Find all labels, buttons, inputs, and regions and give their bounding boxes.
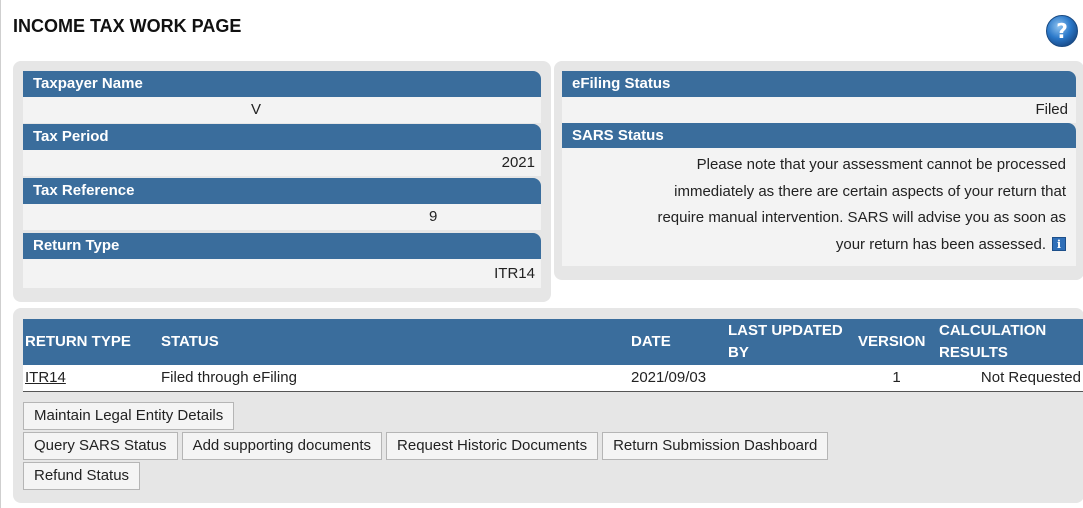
- tax-period-value: 2021: [23, 150, 541, 176]
- efiling-status-value: Filed: [562, 97, 1076, 123]
- last-updated-by-cell: [726, 365, 856, 392]
- sars-status-line: Please note that your assessment cannot …: [696, 156, 1066, 173]
- income-tax-work-page: INCOME TAX WORK PAGE ? Taxpayer Name V T…: [0, 0, 1083, 508]
- button-row-2: Query SARS Status Add supporting documen…: [23, 432, 832, 460]
- query-sars-status-button[interactable]: Query SARS Status: [23, 432, 178, 460]
- efiling-status-header: eFiling Status: [562, 71, 1076, 97]
- column-header-last-updated-by: LAST UPDATED BY: [726, 319, 856, 365]
- information-icon[interactable]: i: [1052, 236, 1066, 251]
- sars-status-message: Please note that your assessment cannot …: [562, 148, 1076, 266]
- return-submission-dashboard-button[interactable]: Return Submission Dashboard: [602, 432, 829, 460]
- calculation-results-cell: Not Requested: [937, 365, 1083, 392]
- taxpayer-name-header: Taxpayer Name: [23, 71, 541, 97]
- column-header-return-type: RETURN TYPE: [23, 319, 159, 365]
- status-cell: Filed through eFiling: [159, 365, 629, 392]
- sars-status-header: SARS Status: [562, 123, 1076, 149]
- refund-status-button[interactable]: Refund Status: [23, 462, 141, 490]
- button-row-3: Refund Status: [23, 462, 144, 490]
- page-title: INCOME TAX WORK PAGE: [13, 16, 242, 36]
- svg-text:?: ?: [1056, 19, 1068, 43]
- tax-reference-header: Tax Reference: [23, 178, 541, 204]
- returns-panel: RETURN TYPE STATUS DATE LAST UPDATED BY …: [13, 308, 1083, 503]
- maintain-legal-entity-details-button[interactable]: Maintain Legal Entity Details: [23, 402, 235, 430]
- question-mark-icon[interactable]: ?: [1045, 14, 1079, 48]
- sars-status-line: your return has been assessed.: [835, 235, 1046, 253]
- date-cell: 2021/09/03: [629, 365, 726, 392]
- taxpayer-details-panel: Taxpayer Name V Tax Period 2021 Tax Refe…: [13, 61, 551, 302]
- return-type-value: ITR14: [23, 259, 541, 288]
- filing-status-panel: eFiling Status Filed SARS Status Please …: [554, 61, 1083, 280]
- column-header-date: DATE: [629, 319, 726, 365]
- returns-table: RETURN TYPE STATUS DATE LAST UPDATED BY …: [23, 319, 1083, 392]
- tax-period-header: Tax Period: [23, 124, 541, 150]
- add-supporting-documents-button[interactable]: Add supporting documents: [181, 432, 383, 460]
- return-type-header: Return Type: [23, 233, 541, 259]
- return-type-cell[interactable]: ITR14: [23, 365, 159, 392]
- table-row: ITR14 Filed through eFiling 2021/09/03 1…: [23, 365, 1083, 392]
- request-historic-documents-button[interactable]: Request Historic Documents: [386, 432, 599, 460]
- button-row-1: Maintain Legal Entity Details: [23, 402, 238, 430]
- version-cell: 1: [856, 365, 937, 392]
- taxpayer-name-value: V: [23, 97, 541, 123]
- table-header-row: RETURN TYPE STATUS DATE LAST UPDATED BY …: [23, 319, 1083, 365]
- sars-status-line: require manual intervention. SARS will a…: [657, 209, 1066, 226]
- column-header-calculation-results: CALCULATION RESULTS: [937, 319, 1083, 365]
- sars-status-last-line: your return has been assessed. i: [572, 232, 1066, 259]
- column-header-version: VERSION: [856, 319, 937, 365]
- column-header-status: STATUS: [159, 319, 629, 365]
- sars-status-line: immediately as there are certain aspects…: [674, 182, 1066, 200]
- tax-reference-value: 9: [23, 204, 541, 230]
- return-type-link[interactable]: ITR14: [25, 369, 66, 386]
